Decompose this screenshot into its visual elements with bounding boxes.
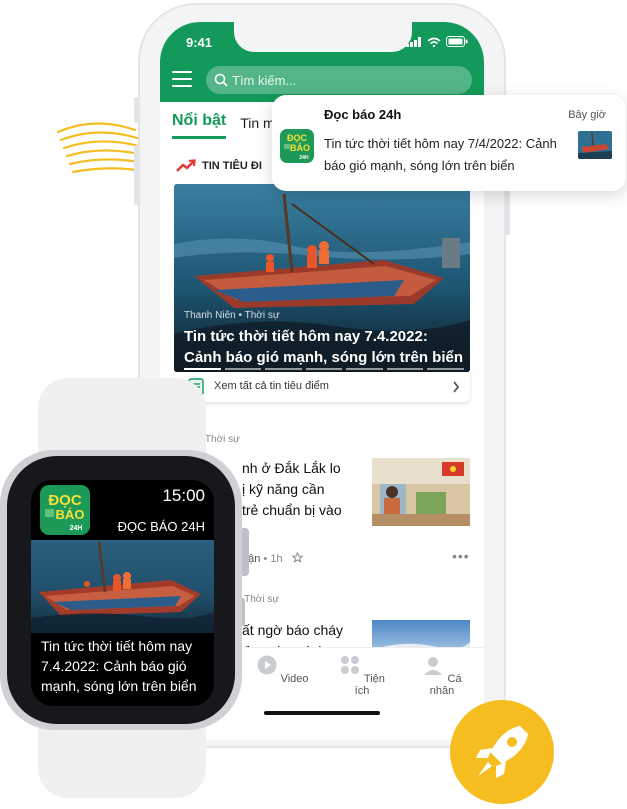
app-logo-icon: ĐỌC BÁO 24H [280,129,314,163]
watch-screen: ĐỌC BÁO 24H 15:00 ĐỌC BÁO 24H Tin tức th… [31,480,214,706]
article1-title[interactable]: nh ở Đắk Lắk lo ị kỹ năng cần trẻ chuẩn … [242,458,362,521]
nav-video-label: Video [280,673,309,685]
rocket-badge [450,700,554,804]
see-all-label: Xem tất cả tin tiêu điểm [214,380,329,392]
carousel-dot[interactable] [224,368,262,370]
search-input[interactable] [232,66,462,94]
carousel-dot[interactable] [346,368,383,370]
article1-time: 1h [270,553,283,565]
carousel-dot[interactable] [386,368,424,370]
hero-source: Thanh Niên • Thời sự [184,310,280,321]
article1-footer: uận • 1h [242,551,304,565]
push-notification[interactable]: ĐỌC BÁO 24H Đọc báo 24h Bây giờ Tin tức … [272,95,626,191]
app-header: 9:41 [160,22,484,102]
search-icon [214,73,228,87]
hero-source-name: Thanh Niên [184,310,236,321]
hero-article-card[interactable]: Thanh Niên • Thời sự Tin tức thời tiết h… [174,184,470,372]
hero-category: Thời sự [244,310,280,321]
home-indicator [264,711,380,715]
carousel-indicators [184,368,465,370]
carousel-dot[interactable] [184,368,221,370]
nav-video[interactable]: Video [252,654,312,685]
nav-ca-nhan-label: Cá nhân [429,673,462,697]
svg-text:24H: 24H [299,155,309,161]
tab-noi-bat[interactable]: Nổi bật [172,112,227,139]
battery-icon [446,36,468,47]
play-icon [257,655,276,675]
watch-time: 15:00 [162,486,205,505]
tab-bar: Nổi bật Tin m [172,112,275,139]
tab-tin-moi[interactable]: Tin m [240,115,274,139]
phone-notch [234,22,412,52]
user-icon [424,657,443,675]
grid-icon [341,656,360,674]
notification-thumbnail [578,131,612,159]
article1-category: Thời sự [204,434,240,445]
nav-tien-ich-label: Tiện ích [354,673,385,697]
watch-app-logo-icon: ĐỌC BÁO 24H [40,485,90,535]
status-time: 9:41 [186,35,213,50]
trending-icon [176,159,196,172]
carousel-dot[interactable] [265,368,302,370]
watch-article-title: Tin tức thời tiết hôm nay 7.4.2022: Cảnh… [41,638,197,694]
article2-category: Thời sự [244,594,280,605]
nav-tien-ich[interactable]: Tiện ích [332,654,392,697]
notification-time: Bây giờ [568,109,606,121]
see-all-link[interactable]: Xem tất cả tin tiêu điểm [174,372,470,402]
carousel-dot[interactable] [305,368,343,370]
chevron-right-icon [453,381,460,393]
more-options-icon[interactable]: ••• [452,548,470,564]
signal-icon [406,36,421,47]
carousel-dot[interactable] [427,368,465,370]
rocket-icon [476,726,528,778]
svg-text:BÁO: BÁO [56,507,85,522]
watch-article-image [31,540,214,633]
wifi-icon [427,37,441,47]
section-title-text: TIN TIÊU ĐI [202,160,262,172]
notification-app-name: Đọc báo 24h [324,107,402,122]
svg-text:ĐỌC: ĐỌC [287,133,308,143]
watch-app-name: ĐỌC BÁO 24H [117,519,205,534]
notification-body: Tin tức thời tiết hôm nay 7/4/2022: Cảnh… [324,136,557,173]
svg-text:BÁO: BÁO [290,143,310,153]
nav-ca-nhan[interactable]: Cá nhân [412,654,472,697]
article1-thumbnail[interactable] [372,458,470,526]
decorative-wave-arcs [56,122,141,174]
search-bar[interactable] [206,66,472,94]
status-icons [406,36,468,47]
star-icon[interactable] [291,551,304,563]
section-title: TIN TIÊU ĐI [176,159,262,173]
hero-title: Tin tức thời tiết hôm nay 7.4.2022: Cảnh… [184,328,464,366]
menu-button[interactable] [172,71,192,87]
svg-text:24H: 24H [70,525,83,532]
